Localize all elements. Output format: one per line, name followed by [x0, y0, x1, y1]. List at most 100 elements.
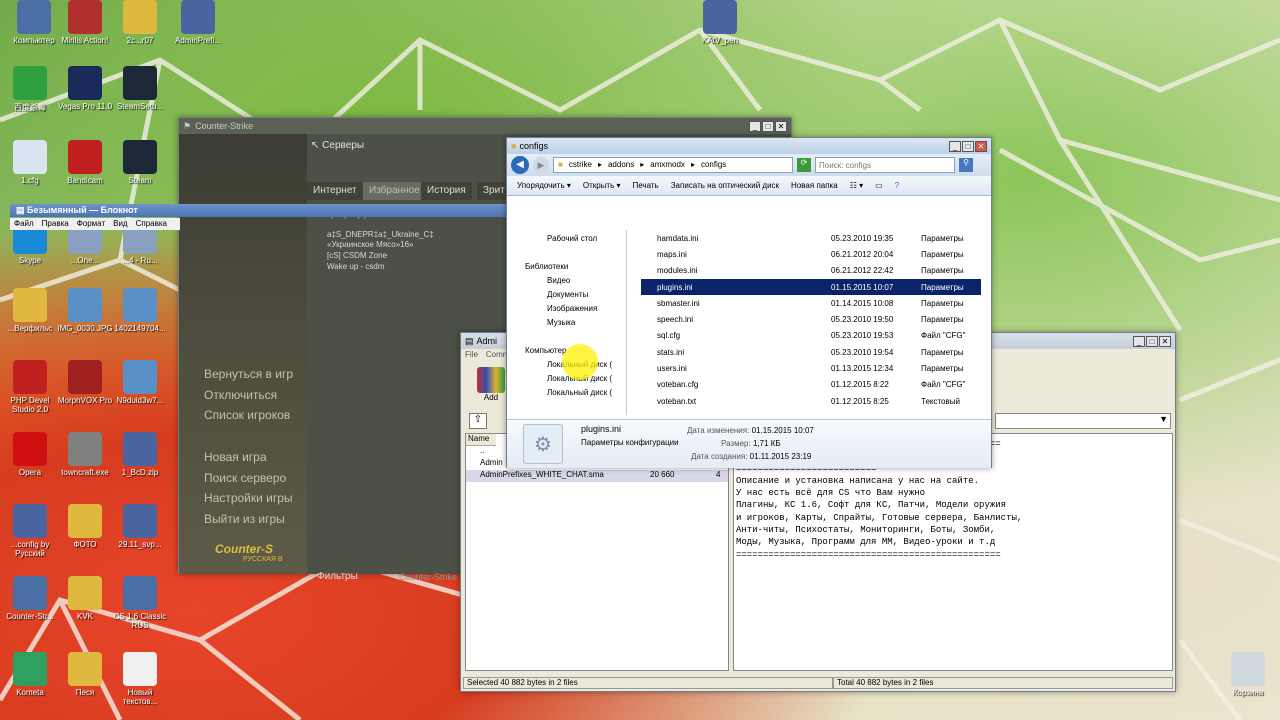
notepad-menu-view[interactable]: Вид	[113, 219, 127, 229]
file-row[interactable]: voteban.cfg 01.12.2015 8:22 Файл "CFG"	[641, 377, 981, 393]
nav-item[interactable]: Локальный диск (	[547, 388, 612, 397]
desktop-icon[interactable]: KAtV_pen	[690, 0, 750, 45]
file-row[interactable]: sbmaster.ini 01.14.2015 10:08 Параметры	[641, 295, 981, 311]
file-row[interactable]: plugins.ini 01.15.2015 10:07 Параметры	[641, 278, 981, 296]
path-combo[interactable]: ▼	[995, 413, 1171, 429]
desktop-icon[interactable]: Counter-Str...	[0, 576, 60, 621]
notepad-menu-help[interactable]: Справка	[136, 219, 167, 229]
nav-item[interactable]: Рабочий стол	[547, 234, 597, 243]
tab-history[interactable]: История	[421, 182, 472, 200]
back-button[interactable]: ◀	[511, 156, 529, 174]
minimize-button[interactable]: _	[749, 120, 761, 132]
nav-item[interactable]: Музыка	[547, 318, 575, 327]
breadcrumb-item[interactable]: configs	[701, 160, 726, 170]
list-item[interactable]: AdminPrefixes_WHITE_CHAT.sma 20 660 4	[466, 470, 728, 482]
desktop-icon[interactable]: CS 1.6 Classic RUS	[110, 576, 170, 630]
filters-button[interactable]: Фильтры	[317, 571, 358, 582]
desktop-icon[interactable]: AdminPrefi...	[168, 0, 228, 45]
breadcrumb-item[interactable]: addons	[608, 160, 634, 170]
text-viewer[interactable]: ========================================…	[733, 433, 1173, 671]
server-item[interactable]: a‡S_DNEPR‡a‡_Ukraine_C‡	[327, 230, 527, 240]
forward-button[interactable]: ▶	[533, 157, 549, 173]
up-button[interactable]: ⇧	[469, 413, 487, 429]
desktop-icon[interactable]: Mirilis Action!	[55, 0, 115, 45]
desktop-icon[interactable]: Песя	[55, 652, 115, 697]
menu-file[interactable]: File	[465, 350, 478, 359]
desktop-icon[interactable]: Opera	[0, 432, 60, 477]
server-item[interactable]: [cS] CSDM Zone	[327, 251, 527, 262]
maximize-button[interactable]: □	[762, 120, 774, 132]
desktop-icon[interactable]: IMG_0030.JPG	[55, 288, 115, 333]
refresh-button[interactable]: ⟳	[797, 158, 811, 172]
view-options-icon[interactable]: ☷ ▾	[850, 181, 863, 190]
minimize-button[interactable]: _	[1133, 335, 1145, 347]
close-button[interactable]: ✕	[1159, 335, 1171, 347]
desktop-icon[interactable]: N9duid3w7...	[110, 360, 170, 405]
tab-internet[interactable]: Интернет	[307, 182, 363, 200]
notepad-menu-format[interactable]: Формат	[77, 219, 105, 229]
file-row[interactable]: hamdata.ini 05.23.2010 19:35 Параметры	[641, 230, 981, 246]
file-row[interactable]: sql.cfg 05.23.2010 19:53 Файл "CFG"	[641, 328, 981, 344]
desktop-icon[interactable]: ФОТО	[55, 504, 115, 549]
nav-item[interactable]: Видео	[547, 276, 570, 285]
menu-players[interactable]: Список игроков	[204, 408, 290, 422]
desktop-icon[interactable]: 1.cfg	[0, 140, 60, 185]
desktop-icon[interactable]: ...Верфильс	[0, 288, 60, 333]
nav-item[interactable]: Компьютер	[525, 346, 566, 355]
desktop-icon[interactable]: PHP Devel Studio 2.0	[0, 360, 60, 414]
menu-settings[interactable]: Настройки игры	[204, 491, 293, 505]
desktop-icon[interactable]: KVK	[55, 576, 115, 621]
menu-quit[interactable]: Выйти из игры	[204, 512, 285, 526]
desktop-icon[interactable]: Vegas Pro 11.0	[55, 66, 115, 111]
organize-button[interactable]: Упорядочить ▾	[517, 181, 571, 190]
nav-item[interactable]: Библиотеки	[525, 262, 568, 271]
breadcrumb-item[interactable]: cstrike	[569, 160, 592, 170]
desktop-icon[interactable]: Kometa	[0, 652, 60, 697]
search-input[interactable]	[815, 157, 955, 173]
print-button[interactable]: Печать	[633, 181, 659, 190]
file-row[interactable]: maps.ini 06.21.2012 20:04 Параметры	[641, 246, 981, 262]
desktop-icon[interactable]: Bandicam	[55, 140, 115, 185]
minimize-button[interactable]: _	[949, 140, 961, 152]
file-row[interactable]: modules.ini 06.21.2012 22:42 Параметры	[641, 263, 981, 279]
archive-file-list[interactable]: Name .. Admin AdminPrefixes_WHITE_CHAT.s…	[465, 433, 729, 671]
notepad-menu-edit[interactable]: Правка	[42, 219, 69, 229]
nav-item[interactable]: Документы	[547, 290, 588, 299]
maximize-button[interactable]: □	[962, 140, 974, 152]
explorer-window[interactable]: ■ configs _ □ ✕ ◀ ▶ ■ cstrike ▸ addons ▸ amx…	[506, 137, 992, 468]
desktop-icon[interactable]: towncraft.exe	[55, 432, 115, 477]
search-icon[interactable]: ⚲	[959, 158, 973, 172]
desktop-icon[interactable]: ...config by Русский	[0, 504, 60, 558]
preview-pane-icon[interactable]: ▭	[875, 181, 883, 190]
file-row[interactable]: speech.ini 05.23.2010 19:50 Параметры	[641, 311, 981, 327]
desktop-icon[interactable]: 百度杀毒	[0, 66, 60, 113]
server-item[interactable]: «Украинское Мясо»16»	[327, 240, 527, 251]
desktop-icon[interactable]: 1_BcD.zip	[110, 432, 170, 477]
nav-item[interactable]: Изображения	[547, 304, 597, 313]
new-folder-button[interactable]: Новая папка	[791, 181, 838, 190]
close-button[interactable]: ✕	[975, 140, 987, 152]
breadcrumb-item[interactable]: amxmodx	[650, 160, 685, 170]
notepad-menu-file[interactable]: Файл	[14, 219, 34, 229]
menu-disconnect[interactable]: Отключиться	[204, 388, 277, 402]
explorer-titlebar[interactable]: ■ configs _ □ ✕	[507, 138, 991, 154]
file-row[interactable]: users.ini 01.13.2015 12:34 Параметры	[641, 360, 981, 376]
maximize-button[interactable]: □	[1146, 335, 1158, 347]
menu-new-game[interactable]: Новая игра	[204, 450, 267, 464]
server-item[interactable]: Wake up - csdm	[327, 262, 527, 273]
desktop-icon[interactable]: Steam	[110, 140, 170, 185]
menu-resume[interactable]: Вернуться в игр	[204, 367, 293, 381]
desktop-icon[interactable]: MorphVOX Pro	[55, 360, 115, 405]
breadcrumb[interactable]: ■ cstrike ▸ addons ▸ amxmodx ▸ configs	[553, 157, 793, 173]
desktop-icon[interactable]: 1402149704...	[110, 288, 170, 333]
tab-favorites[interactable]: Избранное	[363, 182, 426, 200]
desktop-icon[interactable]: 2c...r07	[110, 0, 170, 45]
desktop-icon[interactable]: 29.11_svp...	[110, 504, 170, 549]
help-icon[interactable]: ?	[895, 181, 899, 190]
desktop-icon[interactable]: Корзина	[1218, 652, 1278, 697]
menu-find-servers[interactable]: Поиск серверо	[204, 471, 286, 485]
desktop-icon[interactable]: Новый текстов...	[110, 652, 170, 706]
file-row[interactable]: stats.ini 05.23.2010 19:54 Параметры	[641, 344, 981, 360]
close-button[interactable]: ✕	[775, 120, 787, 132]
burn-button[interactable]: Записать на оптический диск	[671, 181, 779, 190]
